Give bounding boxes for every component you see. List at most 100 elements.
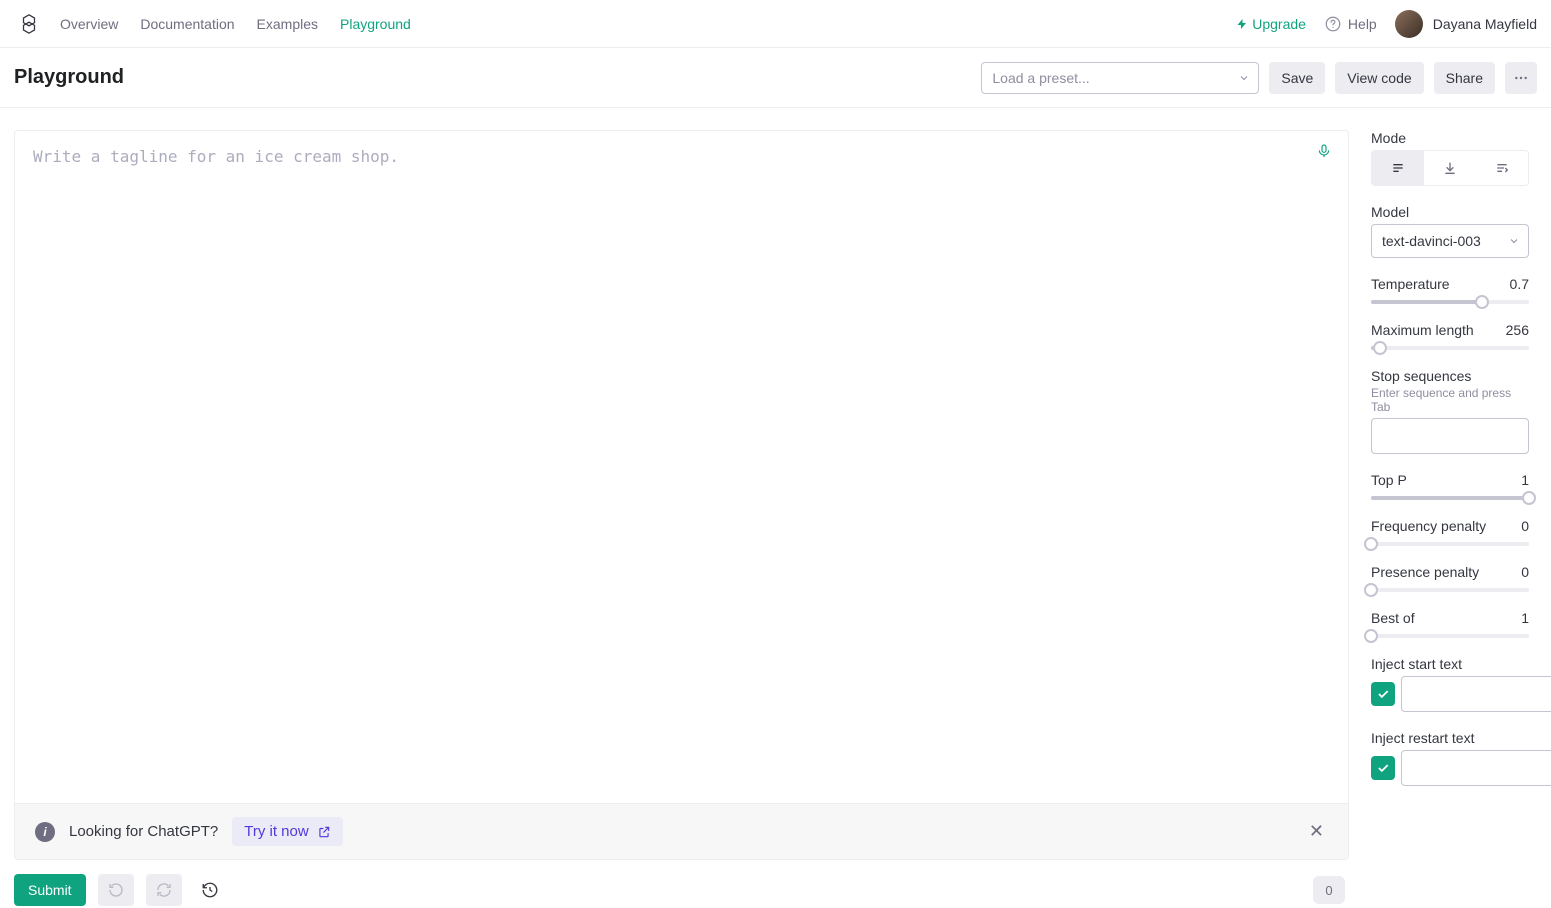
pres-slider[interactable] bbox=[1371, 588, 1529, 592]
edit-mode-icon bbox=[1494, 160, 1510, 176]
chatgpt-banner: i Looking for ChatGPT? Try it now ✕ bbox=[15, 803, 1348, 859]
slider-thumb[interactable] bbox=[1373, 341, 1387, 355]
help-link[interactable]: Help bbox=[1324, 15, 1377, 33]
nav-examples[interactable]: Examples bbox=[257, 16, 318, 32]
slider-thumb[interactable] bbox=[1475, 295, 1489, 309]
info-icon: i bbox=[35, 822, 55, 842]
prompt-textarea[interactable] bbox=[15, 131, 1348, 803]
top-nav: Overview Documentation Examples Playgrou… bbox=[0, 0, 1551, 48]
try-it-now-button[interactable]: Try it now bbox=[232, 817, 342, 846]
editor-footer: Submit 0 bbox=[14, 860, 1349, 908]
history-button[interactable] bbox=[194, 874, 226, 906]
try-it-label: Try it now bbox=[244, 823, 308, 840]
refresh-icon bbox=[156, 882, 172, 898]
max-length-value: 256 bbox=[1506, 322, 1529, 338]
slider-thumb[interactable] bbox=[1364, 537, 1378, 551]
bestof-value: 1 bbox=[1521, 610, 1529, 626]
more-icon bbox=[1513, 70, 1529, 86]
save-button[interactable]: Save bbox=[1269, 62, 1325, 94]
openai-logo-icon bbox=[18, 13, 40, 35]
complete-mode-icon bbox=[1390, 160, 1406, 176]
nav-playground[interactable]: Playground bbox=[340, 16, 411, 32]
upgrade-link[interactable]: Upgrade bbox=[1236, 16, 1306, 32]
inject-start-input[interactable] bbox=[1401, 676, 1551, 712]
top-p-setting: Top P 1 bbox=[1371, 472, 1529, 500]
user-name: Dayana Mayfield bbox=[1433, 16, 1537, 32]
editor-column: i Looking for ChatGPT? Try it now ✕ Subm… bbox=[0, 108, 1349, 908]
freq-label: Frequency penalty bbox=[1371, 518, 1486, 534]
slider-thumb[interactable] bbox=[1522, 491, 1536, 505]
mode-complete-button[interactable] bbox=[1372, 151, 1424, 185]
banner-text: Looking for ChatGPT? bbox=[69, 823, 218, 840]
chevron-down-icon bbox=[1238, 72, 1250, 84]
model-value: text-davinci-003 bbox=[1382, 233, 1481, 249]
bestof-label: Best of bbox=[1371, 610, 1415, 626]
temperature-setting: Temperature 0.7 bbox=[1371, 276, 1529, 304]
best-of-setting: Best of 1 bbox=[1371, 610, 1529, 638]
nav-overview[interactable]: Overview bbox=[60, 16, 118, 32]
nav-documentation[interactable]: Documentation bbox=[140, 16, 234, 32]
mode-insert-button[interactable] bbox=[1424, 151, 1476, 185]
inject-restart-input[interactable] bbox=[1401, 750, 1551, 786]
page-header: Playground Load a preset... Save View co… bbox=[0, 48, 1551, 108]
close-banner-button[interactable]: ✕ bbox=[1305, 817, 1328, 846]
more-button[interactable] bbox=[1505, 62, 1537, 94]
top-p-value: 1 bbox=[1521, 472, 1529, 488]
freq-slider[interactable] bbox=[1371, 542, 1529, 546]
undo-button[interactable] bbox=[98, 874, 134, 906]
view-code-button[interactable]: View code bbox=[1335, 62, 1423, 94]
frequency-penalty-setting: Frequency penalty 0 bbox=[1371, 518, 1529, 546]
nav-right: Upgrade Help Dayana Mayfield bbox=[1236, 10, 1537, 38]
main: i Looking for ChatGPT? Try it now ✕ Subm… bbox=[0, 108, 1551, 908]
header-actions: Load a preset... Save View code Share bbox=[981, 62, 1537, 94]
top-p-slider[interactable] bbox=[1371, 496, 1529, 500]
temperature-value: 0.7 bbox=[1510, 276, 1529, 292]
mode-edit-button[interactable] bbox=[1476, 151, 1528, 185]
preset-placeholder: Load a preset... bbox=[992, 70, 1089, 86]
share-button[interactable]: Share bbox=[1434, 62, 1495, 94]
top-p-label: Top P bbox=[1371, 472, 1407, 488]
inject-start-setting: Inject start text bbox=[1371, 656, 1529, 712]
inject-restart-checkbox[interactable] bbox=[1371, 756, 1395, 780]
nav-links: Overview Documentation Examples Playgrou… bbox=[60, 16, 411, 32]
stop-sequences-setting: Stop sequences Enter sequence and press … bbox=[1371, 368, 1529, 454]
max-length-slider[interactable] bbox=[1371, 346, 1529, 350]
check-icon bbox=[1376, 761, 1390, 775]
regenerate-button[interactable] bbox=[146, 874, 182, 906]
bolt-icon bbox=[1236, 17, 1248, 31]
inject-start-checkbox[interactable] bbox=[1371, 682, 1395, 706]
model-select[interactable]: text-davinci-003 bbox=[1371, 224, 1529, 258]
help-label: Help bbox=[1348, 16, 1377, 32]
temperature-label: Temperature bbox=[1371, 276, 1450, 292]
token-count: 0 bbox=[1313, 876, 1345, 904]
mode-label: Mode bbox=[1371, 130, 1529, 146]
user-menu[interactable]: Dayana Mayfield bbox=[1395, 10, 1537, 38]
slider-thumb[interactable] bbox=[1364, 583, 1378, 597]
history-icon bbox=[201, 881, 219, 899]
freq-value: 0 bbox=[1521, 518, 1529, 534]
external-link-icon bbox=[317, 825, 331, 839]
model-label: Model bbox=[1371, 204, 1529, 220]
help-icon bbox=[1324, 15, 1342, 33]
avatar bbox=[1395, 10, 1423, 38]
stop-sequences-input[interactable] bbox=[1371, 418, 1529, 454]
inject-restart-label: Inject restart text bbox=[1371, 730, 1529, 746]
microphone-icon[interactable] bbox=[1316, 143, 1332, 159]
mode-segmented bbox=[1371, 150, 1529, 186]
check-icon bbox=[1376, 687, 1390, 701]
pres-label: Presence penalty bbox=[1371, 564, 1479, 580]
inject-restart-setting: Inject restart text bbox=[1371, 730, 1529, 786]
slider-fill bbox=[1371, 300, 1482, 304]
insert-mode-icon bbox=[1442, 160, 1458, 176]
slider-thumb[interactable] bbox=[1364, 629, 1378, 643]
slider-fill bbox=[1371, 496, 1529, 500]
page-title: Playground bbox=[14, 66, 124, 89]
preset-select[interactable]: Load a preset... bbox=[981, 62, 1259, 94]
settings-panel: Mode Model bbox=[1349, 108, 1551, 908]
temperature-slider[interactable] bbox=[1371, 300, 1529, 304]
bestof-slider[interactable] bbox=[1371, 634, 1529, 638]
submit-button[interactable]: Submit bbox=[14, 874, 86, 906]
chevron-down-icon bbox=[1508, 235, 1520, 247]
presence-penalty-setting: Presence penalty 0 bbox=[1371, 564, 1529, 592]
model-setting: Model text-davinci-003 bbox=[1371, 204, 1529, 258]
